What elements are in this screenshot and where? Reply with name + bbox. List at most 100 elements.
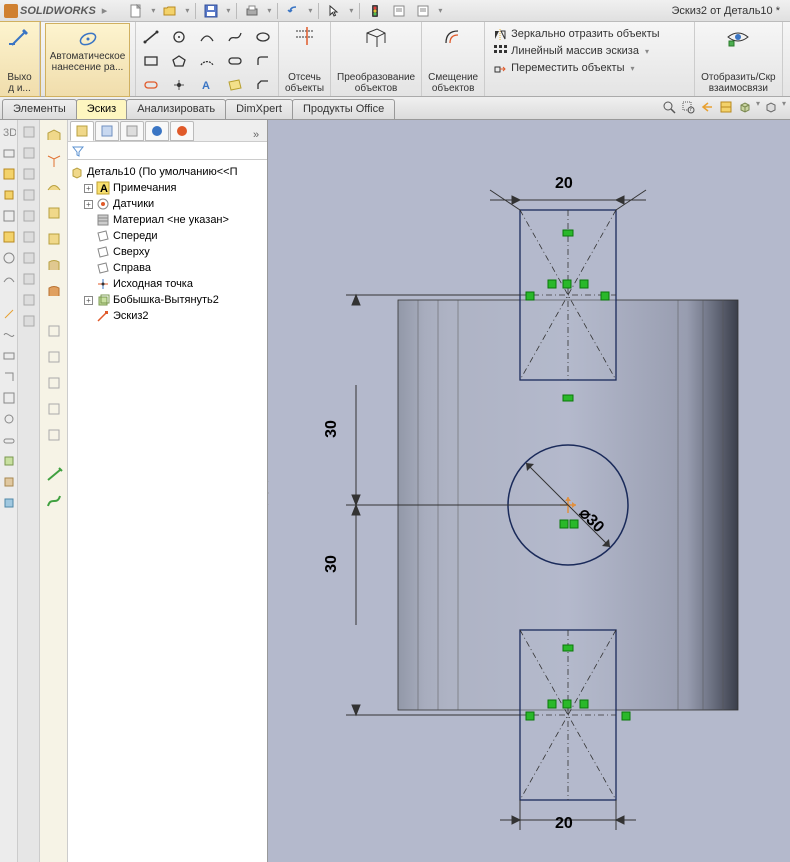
trim-button[interactable]: Отсечь объекты [279,22,331,96]
fc-btn-7[interactable] [43,280,65,302]
save-icon[interactable] [202,2,220,20]
text-tool-icon[interactable]: A [194,74,220,96]
move-entities-button[interactable]: Переместить объекты▾ [491,60,661,76]
tree-item[interactable]: Исходная точка [70,276,265,292]
display-style-icon[interactable] [763,99,779,115]
grey3-icon[interactable] [21,166,36,181]
fc-btn-9[interactable] [43,346,65,368]
fc-btn-6[interactable] [43,254,65,276]
grey5-icon[interactable] [21,208,36,223]
feature14-icon[interactable] [1,432,16,447]
print-icon[interactable] [243,2,261,20]
feature2-icon[interactable] [1,166,16,181]
tab-elements[interactable]: Элементы [2,99,77,119]
property-manager-tab[interactable] [95,121,119,141]
fc-btn-2[interactable] [43,150,65,172]
dim-bottom-width[interactable]: 20 [555,815,573,833]
convert-button[interactable]: Преобразование объектов [331,22,422,96]
view-orientation-icon[interactable] [737,99,753,115]
spline-tool-icon[interactable] [222,26,248,48]
ellipse-tool-icon[interactable] [250,26,276,48]
graphics-area[interactable]: 20 20 30 30 ⌀30 [268,120,790,862]
grey9-icon[interactable] [21,292,36,307]
feature5-icon[interactable] [1,229,16,244]
tree-item[interactable]: Спереди [70,228,265,244]
feature4-icon[interactable] [1,208,16,223]
select-arrow-icon[interactable] [325,2,343,20]
options-icon[interactable] [414,2,432,20]
tree-toggle-icon[interactable]: + [84,200,93,209]
tree-item[interactable]: +Бобышка-Вытянуть2 [70,292,265,308]
dim-upper-30[interactable]: 30 [323,420,341,438]
fc-btn-12[interactable] [43,424,65,446]
exit-sketch-button[interactable]: Выхо д и... [0,22,40,96]
zoom-area-icon[interactable] [680,99,696,115]
polygon-tool-icon[interactable] [166,50,192,72]
dim-lower-30[interactable]: 30 [323,555,341,573]
tree-item[interactable]: +AПримечания [70,180,265,196]
document-properties-icon[interactable] [390,2,408,20]
previous-view-icon[interactable] [699,99,715,115]
section-view-icon[interactable] [718,99,734,115]
grey4-icon[interactable] [21,187,36,202]
fc-btn-spline[interactable] [43,490,65,512]
tree-toggle-icon[interactable]: + [84,184,93,193]
extrude-boss-icon[interactable] [1,187,16,202]
feature16-icon[interactable] [1,474,16,489]
feature10-icon[interactable] [1,348,16,363]
dim-top-width[interactable]: 20 [555,175,573,193]
tree-toggle-icon[interactable]: + [84,296,93,305]
open-file-icon[interactable] [161,2,179,20]
grey8-icon[interactable] [21,271,36,286]
feature13-icon[interactable] [1,411,16,426]
fc-btn-1[interactable] [43,124,65,146]
fc-btn-8[interactable] [43,320,65,342]
tab-analyze[interactable]: Анализировать [126,99,226,119]
fc-btn-4[interactable] [43,202,65,224]
fc-btn-dimension[interactable] [43,464,65,486]
config-manager-tab[interactable] [120,121,144,141]
grey6-icon[interactable] [21,229,36,244]
feature6-icon[interactable] [1,250,16,265]
fc-btn-11[interactable] [43,398,65,420]
tab-sketch[interactable]: Эскиз [76,99,127,119]
feature9-icon[interactable] [1,327,16,342]
zoom-fit-icon[interactable] [661,99,677,115]
feature12-icon[interactable] [1,390,16,405]
line-tool-icon[interactable] [138,26,164,48]
mirror-entities-button[interactable]: Зеркально отразить объекты [491,26,661,42]
dimxpert-manager-tab[interactable] [145,121,169,141]
fc-btn-10[interactable] [43,372,65,394]
tree-item[interactable]: Материал <не указан> [70,212,265,228]
feature7-icon[interactable] [1,271,16,286]
feature-manager-tab[interactable] [70,121,94,141]
tree-item[interactable]: +Датчики [70,196,265,212]
traffic-light-icon[interactable] [366,2,384,20]
grey2-icon[interactable] [21,145,36,160]
tree-item[interactable]: Эскиз2 [70,308,265,324]
grey7-icon[interactable] [21,250,36,265]
slot3pt-tool-icon[interactable] [138,74,164,96]
feature8-icon[interactable] [1,306,16,321]
rectangle-tool-icon[interactable] [138,50,164,72]
tab-office[interactable]: Продукты Office [292,99,395,119]
feature1-icon[interactable] [1,145,16,160]
arc-tool-icon[interactable] [194,26,220,48]
feature15-icon[interactable] [1,453,16,468]
feature17-icon[interactable] [1,495,16,510]
linear-pattern-button[interactable]: Линейный массив эскиза▾ [491,43,661,59]
tree-filter-bar[interactable] [68,142,267,160]
tab-dimxpert[interactable]: DimXpert [225,99,293,119]
panel-toggle-icon[interactable]: ▸ [102,4,108,17]
fc-btn-5[interactable] [43,228,65,250]
circle-tool-icon[interactable] [166,26,192,48]
feature11-icon[interactable] [1,369,16,384]
grey10-icon[interactable] [21,313,36,328]
point-tool-icon[interactable] [166,74,192,96]
fillet-tool-icon[interactable] [250,50,276,72]
tree-item[interactable]: Справа [70,260,265,276]
tree-expand-icon[interactable]: » [247,129,265,141]
tree-root[interactable]: Деталь10 (По умолчанию<<П [70,164,265,180]
tree-item[interactable]: Сверху [70,244,265,260]
fc-btn-3[interactable] [43,176,65,198]
